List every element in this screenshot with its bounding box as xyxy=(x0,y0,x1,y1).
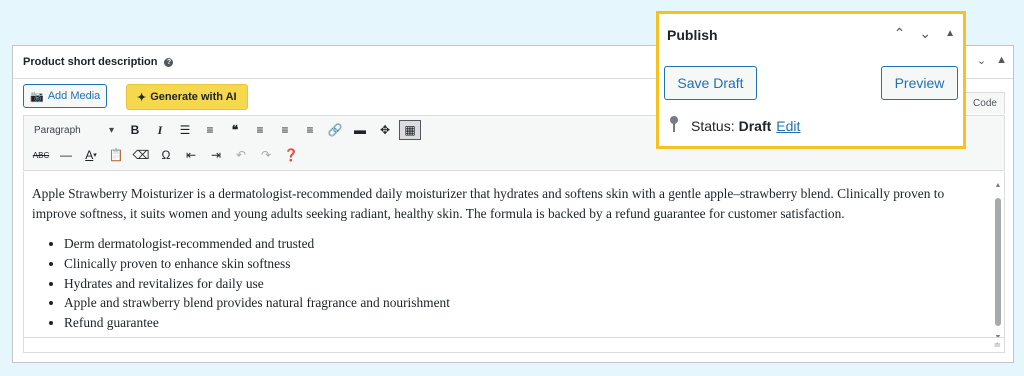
tab-code[interactable]: Code xyxy=(965,92,1005,114)
description-paragraph: Apple Strawberry Moisturizer is a dermat… xyxy=(32,186,945,221)
numbered-list-icon[interactable]: ≡ xyxy=(199,120,221,140)
list-item: Apple and strawberry blend provides natu… xyxy=(64,293,982,313)
format-select[interactable]: Paragraph ▾ xyxy=(30,121,118,139)
editor-statusbar: ≐ xyxy=(23,337,1005,353)
list-item: Derm dermatologist-recommended and trust… xyxy=(64,234,982,254)
link-icon[interactable]: 🔗 xyxy=(324,120,346,140)
sparkle-icon: ✦ xyxy=(137,91,147,104)
collapse-arrow-icon[interactable]: ▲ xyxy=(945,28,955,39)
read-more-icon[interactable]: ▬ xyxy=(349,120,371,140)
toolbar-toggle-icon[interactable]: ▦ xyxy=(399,120,421,140)
outdent-icon[interactable]: ⇤ xyxy=(180,145,202,165)
publish-box: Publish ⌃ ⌄ ▲ Save Draft Preview Status:… xyxy=(656,11,966,149)
postbox-title: Product short description xyxy=(23,56,158,68)
fullscreen-icon[interactable]: ✥ xyxy=(374,120,396,140)
align-right-icon[interactable]: ≡ xyxy=(299,120,321,140)
collapse-icon[interactable]: ⌄ xyxy=(977,54,986,67)
italic-icon[interactable]: I xyxy=(149,120,171,140)
redo-icon[interactable]: ↷ xyxy=(255,145,277,165)
content-scrollbar[interactable]: ▲ ▼ xyxy=(994,176,1002,341)
list-item: Refund guarantee xyxy=(64,313,982,333)
paste-text-icon[interactable]: 📋 xyxy=(105,145,127,165)
move-up-icon[interactable]: ▲ xyxy=(996,54,1007,67)
editor-content[interactable]: Apple Strawberry Moisturizer is a dermat… xyxy=(23,172,1005,341)
list-item: Hydrates and revitalizes for daily use xyxy=(64,274,982,294)
publish-handles: ⌃ ⌄ ▲ xyxy=(894,25,955,42)
strikethrough-icon[interactable]: ABC xyxy=(30,145,52,165)
feature-list: Derm dermatologist-recommended and trust… xyxy=(32,234,982,333)
save-draft-button[interactable]: Save Draft xyxy=(664,66,757,100)
resize-handle-icon[interactable]: ≐ xyxy=(993,340,1001,351)
toolbar-row-1: Paragraph ▾ B I ☰ ≡ ❝ ≡ ≡ ≡ 🔗 ▬ ✥ ▦ xyxy=(30,119,424,141)
blockquote-icon[interactable]: ❝ xyxy=(224,120,246,140)
pin-icon xyxy=(669,115,679,136)
undo-icon[interactable]: ↶ xyxy=(230,145,252,165)
format-select-value: Paragraph xyxy=(34,124,81,136)
list-item: Clinically proven to enhance skin softne… xyxy=(64,254,982,274)
scroll-thumb[interactable] xyxy=(995,197,1001,326)
postbox-handles: ⌄ ▲ xyxy=(977,54,1007,67)
status-value: Draft xyxy=(738,117,772,134)
status-label: Status: xyxy=(691,117,735,134)
help-icon[interactable]: ? xyxy=(164,57,174,67)
add-media-button[interactable]: 📷 Add Media xyxy=(23,84,108,108)
bold-icon[interactable]: B xyxy=(124,120,146,140)
align-left-icon[interactable]: ≡ xyxy=(249,120,271,140)
chevron-up-icon[interactable]: ⌃ xyxy=(894,25,906,42)
add-media-label: Add Media xyxy=(47,90,101,102)
chevron-down-icon[interactable]: ⌄ xyxy=(919,25,931,42)
publish-title: Publish xyxy=(667,27,718,43)
generate-ai-label: Generate with AI xyxy=(150,91,237,103)
horizontal-line-icon[interactable]: — xyxy=(55,145,77,165)
generate-ai-button[interactable]: ✦ Generate with AI xyxy=(126,84,248,110)
scroll-up-icon[interactable]: ▲ xyxy=(994,176,1002,196)
text-color-icon[interactable]: A ▾ xyxy=(80,145,102,165)
special-character-icon[interactable]: Ω xyxy=(155,145,177,165)
preview-button[interactable]: Preview xyxy=(881,66,958,100)
align-center-icon[interactable]: ≡ xyxy=(274,120,296,140)
clear-formatting-icon[interactable]: ⌫ xyxy=(130,145,152,165)
keyboard-help-icon[interactable]: ❓ xyxy=(280,145,302,165)
toolbar-row-2: ABC — A ▾ 📋 ⌫ Ω ⇤ ⇥ ↶ ↷ ❓ xyxy=(30,144,305,166)
status-edit-link[interactable]: Edit xyxy=(776,118,800,134)
media-icon: 📷 xyxy=(30,90,44,103)
indent-icon[interactable]: ⇥ xyxy=(205,145,227,165)
chevron-down-icon: ▾ xyxy=(108,124,114,136)
bullet-list-icon[interactable]: ☰ xyxy=(174,120,196,140)
publish-status: Status: Draft Edit xyxy=(669,115,800,136)
